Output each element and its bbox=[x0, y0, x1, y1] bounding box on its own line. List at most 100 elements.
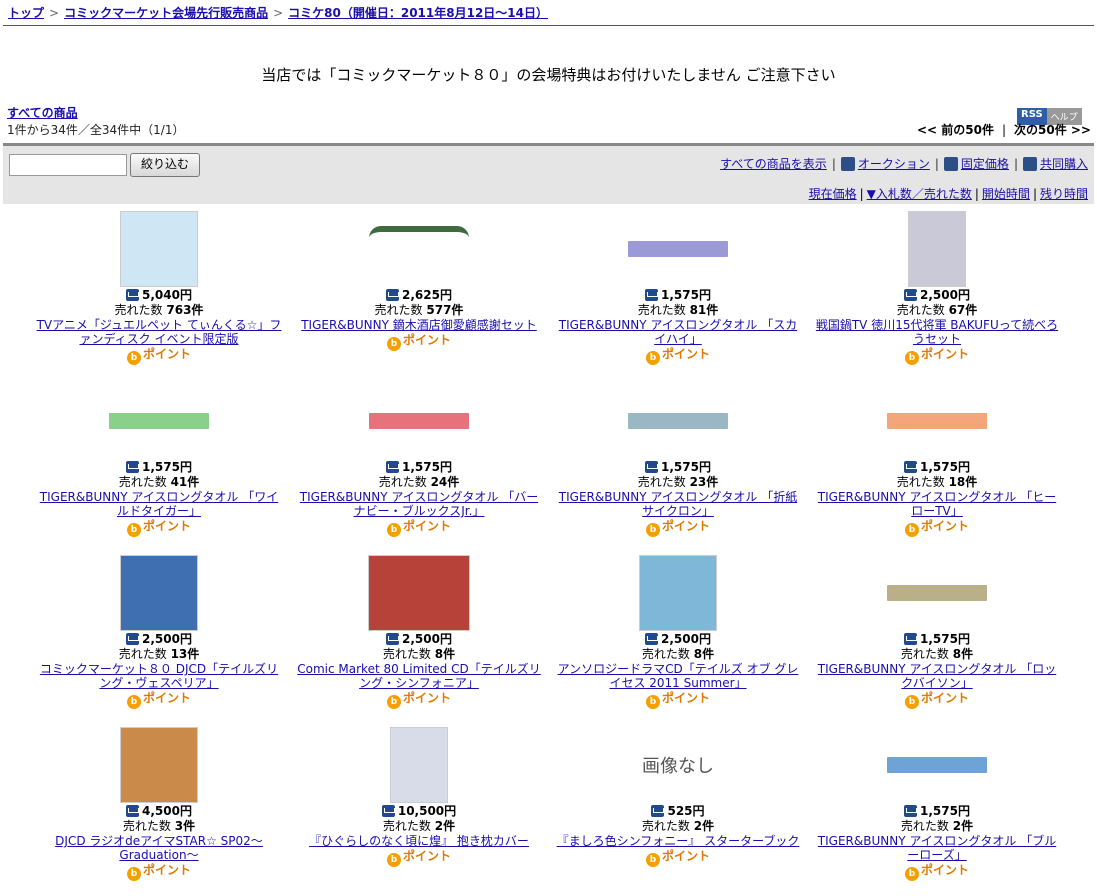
product-thumbnail[interactable] bbox=[549, 554, 807, 632]
cart-icon[interactable] bbox=[126, 461, 140, 473]
price-value: 2,500円 bbox=[142, 632, 192, 646]
product-thumbnail[interactable] bbox=[808, 210, 1066, 288]
cart-icon[interactable] bbox=[126, 289, 140, 301]
search-input[interactable] bbox=[9, 154, 127, 176]
product-thumbnail[interactable] bbox=[290, 210, 548, 288]
price: 2,500円 bbox=[549, 632, 807, 647]
cart-icon[interactable] bbox=[386, 633, 400, 645]
product-title-link[interactable]: Comic Market 80 Limited CD「テイルズリング・シンフォニ… bbox=[290, 662, 548, 690]
sold-value: 13件 bbox=[170, 647, 200, 661]
cart-icon[interactable] bbox=[904, 633, 918, 645]
product-title-link[interactable]: TIGER&BUNNY アイスロングタオル 「ブルーローズ」 bbox=[808, 834, 1066, 862]
cart-icon[interactable] bbox=[651, 805, 665, 817]
product-thumbnail[interactable] bbox=[290, 554, 548, 632]
product-title-link[interactable]: TVアニメ「ジュエルペット てぃんくる☆」ファンディスク イベント限定版 bbox=[30, 318, 288, 346]
prev-page-link[interactable]: << 前の50件 bbox=[917, 123, 994, 137]
product-thumbnail[interactable] bbox=[290, 726, 548, 804]
product-title-link[interactable]: アンソロジードラマCD「テイルズ オブ グレイセス 2011 Summer」 bbox=[549, 662, 807, 690]
product-thumbnail[interactable] bbox=[30, 726, 288, 804]
product-title-link[interactable]: 『ましろ色シンフォニー』 スターターブック bbox=[549, 834, 807, 848]
product-title-link[interactable]: TIGER&BUNNY アイスロングタオル 「バーナビー・ブルックスJr.」 bbox=[290, 490, 548, 518]
breadcrumb-comiket-items[interactable]: コミックマーケット会場先行販売商品 bbox=[64, 6, 268, 20]
sold-count: 売れた数 8件 bbox=[808, 647, 1066, 662]
point-badge: b ポイント bbox=[549, 690, 807, 709]
product-title-link[interactable]: TIGER&BUNNY 鏑木酒店御愛顧感謝セット bbox=[290, 318, 548, 332]
sort-start[interactable]: 開始時間 bbox=[982, 187, 1030, 201]
auction-icon bbox=[840, 156, 855, 171]
cart-icon[interactable] bbox=[386, 461, 400, 473]
pager: << 前の50件 | 次の50件 >> bbox=[917, 121, 1091, 138]
product-title-link[interactable]: TIGER&BUNNY アイスロングタオル 「ワイルドタイガー」 bbox=[30, 490, 288, 518]
show-all-link[interactable]: すべての商品を表示 bbox=[720, 155, 827, 172]
product-image bbox=[369, 413, 469, 429]
product-title-link[interactable]: TIGER&BUNNY アイスロングタオル 「スカイハイ」 bbox=[549, 318, 807, 346]
cart-icon[interactable] bbox=[386, 289, 400, 301]
next-page-link[interactable]: 次の50件 >> bbox=[1014, 123, 1091, 137]
cart-icon[interactable] bbox=[126, 805, 140, 817]
sort-divider: | bbox=[974, 187, 979, 201]
product-title-link[interactable]: TIGER&BUNNY アイスロングタオル 「折紙サイクロン」 bbox=[549, 490, 807, 518]
cart-icon[interactable] bbox=[381, 805, 395, 817]
product-card: 1,575円 売れた数 2件 TIGER&BUNNY アイスロングタオル 「ブルーロ… bbox=[808, 726, 1066, 881]
point-icon: b bbox=[126, 867, 141, 881]
sort-bids[interactable]: ▼入札数／売れた数 bbox=[867, 187, 972, 201]
group-buy-link[interactable]: 共同購入 bbox=[1040, 155, 1088, 172]
product-title-link[interactable]: DJCD ラジオdeアイマSTAR☆ SP02〜Graduation〜 bbox=[30, 834, 288, 862]
product-image bbox=[887, 413, 987, 429]
price-value: 2,500円 bbox=[920, 288, 970, 302]
product-title-link[interactable]: コミックマーケット８０ DJCD「テイルズリング・ヴェスペリア」 bbox=[30, 662, 288, 690]
sold-prefix: 売れた数 bbox=[382, 819, 435, 833]
sold-prefix: 売れた数 bbox=[637, 303, 690, 317]
sort-remaining[interactable]: 残り時間 bbox=[1040, 187, 1088, 201]
sort-price[interactable]: 現在価格 bbox=[809, 187, 857, 201]
product-thumbnail[interactable] bbox=[290, 382, 548, 460]
product-thumbnail[interactable] bbox=[549, 382, 807, 460]
all-items-link[interactable]: すべての商品 bbox=[7, 104, 78, 121]
sort-divider: | bbox=[859, 187, 864, 201]
notice-text: 当店では「コミックマーケット８０」の会場特典はお付けいたしません ご注意下さい bbox=[261, 66, 836, 84]
price-value: 1,575円 bbox=[661, 288, 711, 302]
point-icon: b bbox=[904, 695, 919, 709]
sold-prefix: 売れた数 bbox=[114, 303, 167, 317]
sold-count: 売れた数 24件 bbox=[290, 475, 548, 490]
point-badge: b ポイント bbox=[808, 346, 1066, 365]
sold-prefix: 売れた数 bbox=[637, 475, 690, 489]
fixed-price-link[interactable]: 固定価格 bbox=[961, 155, 1009, 172]
result-count: 1件から34件／全34件中（1/1） bbox=[7, 123, 185, 137]
price: 1,575円 bbox=[808, 632, 1066, 647]
cart-icon[interactable] bbox=[904, 289, 918, 301]
product-title-link[interactable]: 戦国鍋TV 徳川15代将軍 BAKUFUって続べろうセット bbox=[808, 318, 1066, 346]
price: 10,500円 bbox=[290, 804, 548, 819]
product-title-link[interactable]: 『ひぐらしのなく頃に煌』 抱き枕カバー bbox=[290, 834, 548, 848]
product-thumbnail[interactable] bbox=[30, 382, 288, 460]
product-thumbnail[interactable] bbox=[549, 210, 807, 288]
sold-prefix: 売れた数 bbox=[641, 819, 694, 833]
product-thumbnail[interactable] bbox=[808, 726, 1066, 804]
product-thumbnail[interactable] bbox=[808, 554, 1066, 632]
cart-icon[interactable] bbox=[645, 461, 659, 473]
cart-icon[interactable] bbox=[904, 805, 918, 817]
sold-count: 売れた数 67件 bbox=[808, 303, 1066, 318]
product-card: 5,040円 売れた数 763件 TVアニメ「ジュエルペット てぃんくる☆」ファンデ… bbox=[30, 210, 288, 365]
product-thumbnail[interactable] bbox=[30, 554, 288, 632]
product-title-link[interactable]: TIGER&BUNNY アイスロングタオル 「ロックバイソン」 bbox=[808, 662, 1066, 690]
auction-link[interactable]: オークション bbox=[858, 155, 930, 172]
product-title-link[interactable]: TIGER&BUNNY アイスロングタオル 「ヒーローTV」 bbox=[808, 490, 1066, 518]
breadcrumb-top[interactable]: トップ bbox=[8, 6, 44, 20]
cart-icon[interactable] bbox=[126, 633, 140, 645]
price: 1,575円 bbox=[290, 460, 548, 475]
point-badge: b ポイント bbox=[290, 332, 548, 351]
product-thumbnail[interactable]: 画像なし bbox=[549, 726, 807, 804]
price: 525円 bbox=[549, 804, 807, 819]
price-value: 2,500円 bbox=[661, 632, 711, 646]
cart-icon[interactable] bbox=[904, 461, 918, 473]
fixed-price-icon bbox=[943, 156, 958, 171]
breadcrumb-separator: > bbox=[273, 6, 284, 20]
product-thumbnail[interactable] bbox=[30, 210, 288, 288]
product-thumbnail[interactable] bbox=[808, 382, 1066, 460]
narrow-button[interactable]: 絞り込む bbox=[130, 153, 201, 177]
product-image bbox=[369, 226, 469, 272]
cart-icon[interactable] bbox=[645, 633, 659, 645]
cart-icon[interactable] bbox=[645, 289, 659, 301]
breadcrumb-comike80[interactable]: コミケ80（開催日：2011年8月12日〜14日） bbox=[288, 6, 548, 20]
